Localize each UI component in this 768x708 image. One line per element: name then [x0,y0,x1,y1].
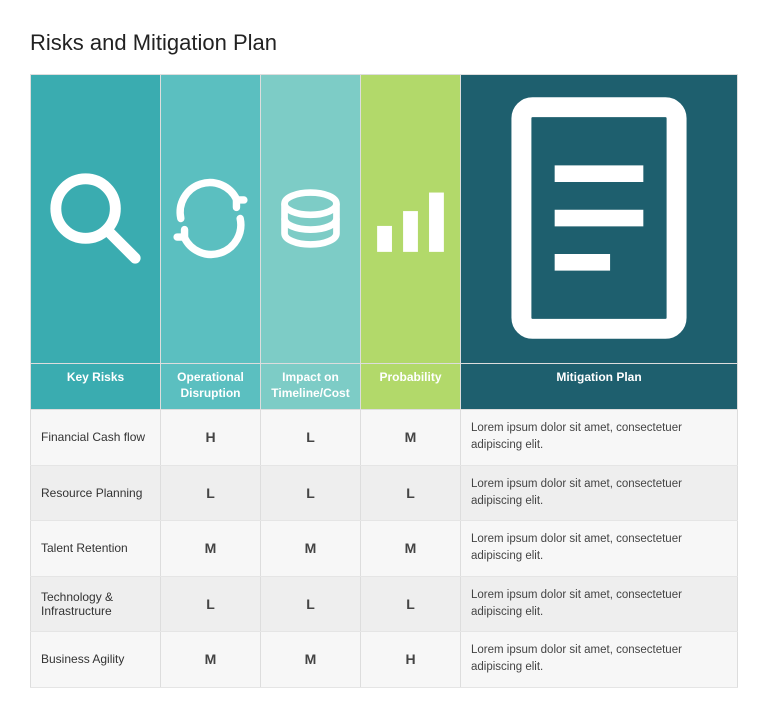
icon-probability [361,75,461,364]
risks-table: Key Risks Operational Disruption Impact … [30,74,738,688]
document-icon [466,85,732,351]
coins-icon [266,174,355,263]
search-icon [36,159,155,278]
header-row: Key Risks Operational Disruption Impact … [31,364,738,410]
header-mitigation: Mitigation Plan [461,364,738,410]
risk-name: Financial Cash flow [31,410,161,466]
icon-key-risks [31,75,161,364]
icon-row [31,75,738,364]
probability-value: L [361,576,461,632]
header-probability: Probability [361,364,461,410]
mitigation-text: Lorem ipsum dolor sit amet, consectetuer… [461,632,738,688]
table-row: Business AgilityMMHLorem ipsum dolor sit… [31,632,738,688]
probability-value: L [361,465,461,521]
impact-value: L [261,576,361,632]
mitigation-text: Lorem ipsum dolor sit amet, consectetuer… [461,521,738,577]
chart-icon [366,174,455,263]
table-body: Financial Cash flowHLMLorem ipsum dolor … [31,410,738,688]
table-row: Talent RetentionMMMLorem ipsum dolor sit… [31,521,738,577]
page-title: Risks and Mitigation Plan [30,30,738,56]
header-operational: Operational Disruption [161,364,261,410]
impact-value: M [261,521,361,577]
risk-name: Technology & Infrastructure [31,576,161,632]
probability-value: M [361,410,461,466]
operational-value: H [161,410,261,466]
mitigation-text: Lorem ipsum dolor sit amet, consectetuer… [461,465,738,521]
impact-value: L [261,410,361,466]
mitigation-text: Lorem ipsum dolor sit amet, consectetuer… [461,576,738,632]
header-impact: Impact on Timeline/Cost [261,364,361,410]
impact-value: M [261,632,361,688]
icon-impact [261,75,361,364]
mitigation-text: Lorem ipsum dolor sit amet, consectetuer… [461,410,738,466]
table-row: Financial Cash flowHLMLorem ipsum dolor … [31,410,738,466]
probability-value: H [361,632,461,688]
refresh-icon [166,174,255,263]
risk-name: Business Agility [31,632,161,688]
risk-name: Talent Retention [31,521,161,577]
operational-value: L [161,465,261,521]
probability-value: M [361,521,461,577]
icon-operational [161,75,261,364]
icon-mitigation [461,75,738,364]
table-row: Resource PlanningLLLLorem ipsum dolor si… [31,465,738,521]
operational-value: L [161,576,261,632]
impact-value: L [261,465,361,521]
operational-value: M [161,521,261,577]
operational-value: M [161,632,261,688]
header-key-risks: Key Risks [31,364,161,410]
table-row: Technology & InfrastructureLLLLorem ipsu… [31,576,738,632]
risk-name: Resource Planning [31,465,161,521]
